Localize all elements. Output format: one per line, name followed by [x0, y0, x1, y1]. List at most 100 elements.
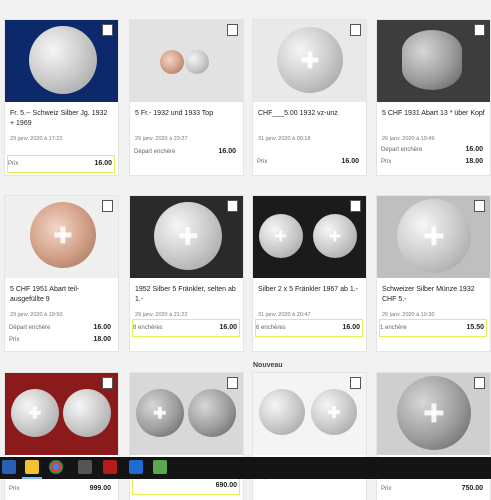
coin-image — [277, 27, 343, 93]
listing-card[interactable]: Départ enchère 690.00 — [253, 373, 366, 500]
listing-card[interactable]: Schweizer Silber Münze 1932 CHF 5.- 26 j… — [377, 196, 490, 351]
bookmark-icon[interactable] — [350, 200, 361, 212]
listing-card[interactable]: 690.00 — [130, 373, 243, 500]
listing-card[interactable]: 5 Fr.- 1932 und 1933 Top 29 janv. 2020 à… — [130, 20, 243, 175]
listing-card[interactable]: Silber 2 x 5 Fränkler 1967 ab 1.- 31 jan… — [253, 196, 366, 351]
coin-image — [313, 214, 357, 258]
word-icon[interactable] — [2, 460, 16, 474]
coin-image — [397, 199, 471, 273]
coin-image — [311, 389, 357, 435]
bookmark-icon[interactable] — [474, 200, 485, 212]
coin-image — [397, 376, 471, 450]
bookmark-icon[interactable] — [474, 377, 485, 389]
price-value: 16.00 — [342, 324, 360, 331]
price-value: 18.00 — [93, 336, 111, 343]
listing-date: 31 janv. 2020 à 20:47 — [258, 312, 311, 318]
calculator-icon[interactable] — [78, 460, 92, 474]
price-value: 690.00 — [215, 482, 237, 489]
swiss-cross-icon — [329, 230, 342, 243]
price-row: 690.00 — [132, 477, 240, 495]
bookmark-icon[interactable] — [350, 377, 361, 389]
listing-card[interactable]: Fr. 5.-- Schweiz Silber Jg. 1932 + 1969 … — [5, 20, 118, 175]
swiss-cross-icon — [54, 226, 72, 244]
price-row: 8 enchères 16.00 — [132, 319, 240, 337]
bookmark-icon[interactable] — [102, 24, 113, 36]
listing-date: 29 janv. 2020 à 19:50 — [10, 312, 63, 318]
listing-date: 29 janv. 2020 à 23:27 — [135, 136, 188, 142]
price-label: 6 enchères — [256, 325, 286, 331]
swiss-cross-icon — [328, 406, 340, 418]
price-label: Prix — [257, 159, 268, 165]
coin-image — [188, 389, 236, 437]
swiss-cross-icon — [153, 406, 167, 420]
price-value: 15.50 — [466, 324, 484, 331]
price-value: 18.00 — [465, 158, 483, 165]
price-label: Départ enchère — [381, 147, 423, 153]
price-label: Prix — [381, 486, 392, 492]
listing-title[interactable]: 5 CHF 1951 Abart teil-ausgefüllte 9 — [10, 285, 113, 305]
price-row: Prix 750.00 — [381, 483, 485, 495]
listing-card[interactable]: CHF___5.00 1932 vz-unz 31 janv. 2020 à 0… — [253, 20, 366, 175]
price-value: 16.00 — [94, 160, 112, 167]
price-label: Prix — [9, 337, 20, 343]
coin-image — [185, 50, 209, 74]
listing-card[interactable]: 5 CHF 1951 Abart teil-ausgefüllte 9 29 j… — [5, 196, 118, 351]
price-label: Prix — [381, 159, 392, 165]
listing-title[interactable]: Silber 2 x 5 Fränkler 1967 ab 1.- — [258, 285, 361, 295]
listing-card[interactable]: 725.00 Prix 750.00 — [377, 373, 490, 500]
price-row: Prix 999.00 — [9, 483, 113, 495]
price-label: Prix — [9, 486, 20, 492]
price-value: 16.00 — [341, 158, 359, 165]
taskbar — [0, 457, 491, 479]
swiss-cross-icon — [179, 227, 197, 245]
coin-image — [154, 202, 222, 270]
price-label: Prix — [8, 161, 19, 167]
explorer-icon[interactable] — [25, 460, 39, 474]
listing-title[interactable]: 5 Fr.- 1932 und 1933 Top — [135, 109, 238, 119]
listing-title[interactable]: Schweizer Silber Münze 1932 CHF 5.- — [382, 285, 485, 305]
coin-image — [63, 389, 111, 437]
price-row: Prix 16.00 — [7, 155, 115, 173]
listing-title[interactable]: 5 CHF 1931 Abart 13 * über Kopf — [382, 109, 485, 119]
filezilla-icon[interactable] — [103, 460, 117, 474]
coin-image — [11, 389, 59, 437]
price-label: Départ enchère — [134, 149, 176, 155]
bookmark-icon[interactable] — [227, 377, 238, 389]
bookmark-icon[interactable] — [102, 200, 113, 212]
price-value: 16.00 — [93, 324, 111, 331]
listing-date: 29 janv. 2020 à 21:22 — [135, 312, 188, 318]
chrome-icon[interactable] — [49, 460, 63, 474]
bookmark-icon[interactable] — [474, 24, 485, 36]
new-section-label: Nouveau — [253, 362, 283, 369]
bookmark-icon[interactable] — [350, 24, 361, 36]
coin-image — [259, 389, 305, 435]
swiss-cross-icon — [275, 230, 288, 243]
price-row: 6 enchères 16.00 — [255, 319, 363, 337]
listing-title[interactable]: Fr. 5.-- Schweiz Silber Jg. 1932 + 1969 — [10, 109, 113, 129]
price-label: 8 enchères — [133, 325, 163, 331]
coin-image — [259, 214, 303, 258]
price-value: 16.00 — [465, 146, 483, 153]
price-row: Départ enchère 16.00 — [134, 146, 238, 158]
coin-image — [29, 26, 97, 94]
swiss-cross-icon — [28, 406, 42, 420]
coin-image — [160, 50, 184, 74]
bookmark-icon[interactable] — [227, 24, 238, 36]
coin-image — [136, 389, 184, 437]
price-row: Prix 18.00 — [381, 156, 485, 168]
notepad-icon[interactable] — [153, 460, 167, 474]
listing-date: 26 janv. 2020 à 10:30 — [382, 312, 435, 318]
price-row: 1 enchère 15.50 — [379, 319, 487, 337]
bookmark-icon[interactable] — [102, 377, 113, 389]
listing-title[interactable]: 1952 Silber 5 Fränkler, selten ab 1.- — [135, 285, 238, 305]
bookmark-icon[interactable] — [227, 200, 238, 212]
listing-title[interactable]: CHF___5.00 1932 vz-unz — [258, 109, 361, 119]
price-value: 16.00 — [218, 148, 236, 155]
calendar-icon[interactable] — [129, 460, 143, 474]
listing-card[interactable]: 1952 Silber 5 Fränkler, selten ab 1.- 29… — [130, 196, 243, 351]
listing-card[interactable]: Départ enchère 699.00 Prix 999.00 — [5, 373, 118, 500]
listing-card[interactable]: 5 CHF 1931 Abart 13 * über Kopf 26 janv.… — [377, 20, 490, 175]
coin-image — [402, 30, 462, 90]
price-row: Prix 18.00 — [9, 334, 113, 346]
swiss-cross-icon — [301, 51, 319, 69]
